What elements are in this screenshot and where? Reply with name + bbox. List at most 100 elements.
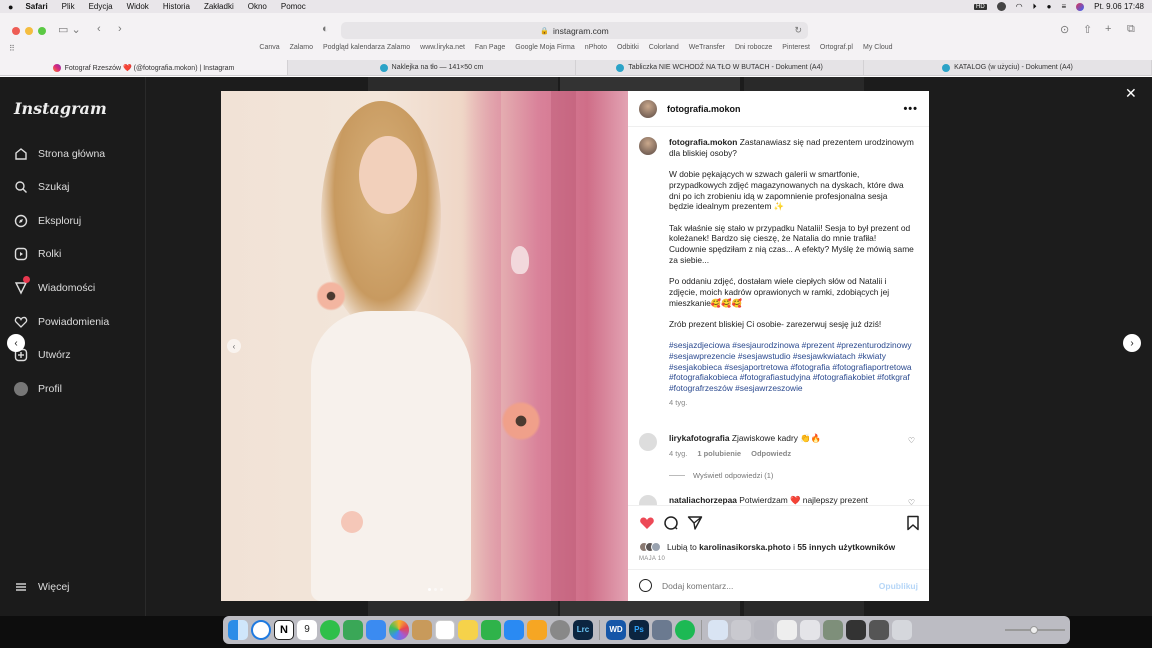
document-icon[interactable] [777,620,797,640]
downloads-icon[interactable]: ⊙ [1060,23,1069,36]
comment-username[interactable]: lirykafotografia [669,433,730,443]
photos-icon[interactable] [389,620,409,640]
more-options-icon[interactable]: ••• [903,103,918,115]
close-window-button[interactable] [12,27,20,35]
screenshot-icon[interactable] [869,620,889,640]
like-comment-icon[interactable]: ♡ [908,436,915,445]
author-username[interactable]: fotografia.mokon [667,104,741,114]
nav-explore[interactable]: Eksploruj [14,214,81,228]
bookmark-item[interactable]: Podgląd kalendarza Zalamo [323,44,410,58]
nav-profile[interactable]: Profil [14,382,62,396]
wifi-icon[interactable]: ◠ [1016,2,1023,11]
minimize-window-button[interactable] [25,27,33,35]
menu-widok[interactable]: Widok [127,2,149,11]
bookmark-item[interactable]: Zalamo [290,44,313,58]
bookmark-item[interactable]: Ortograf.pl [820,44,853,58]
user-icon[interactable]: ● [1047,2,1052,11]
appstore-icon[interactable] [504,620,524,640]
notion-icon[interactable]: N [274,620,294,640]
nav-more[interactable]: Więcej [14,580,70,594]
menu-okno[interactable]: Okno [248,2,267,11]
trash-icon[interactable] [892,620,912,640]
dock-slider[interactable] [1005,626,1065,634]
caption-hashtags[interactable]: #sesjazdjeciowa #sesjaurodzinowa #prezen… [669,340,914,394]
reply-button[interactable]: Odpowiedz [751,449,791,458]
finder-icon[interactable] [228,620,248,640]
photoshop-icon[interactable]: Ps [629,620,649,640]
post-comment-button[interactable]: Opublikuj [879,581,918,591]
dock-slider-knob[interactable] [1030,626,1038,634]
menu-edycja[interactable]: Edycja [89,2,113,11]
nav-search[interactable]: Szukaj [14,180,70,194]
share-icon[interactable]: ⇧ [1083,23,1092,36]
tab-overview-icon[interactable]: ⧉ [1127,23,1135,36]
bookmark-item[interactable]: Canva [259,44,279,58]
bookmark-item[interactable]: Fan Page [475,44,505,58]
forward-icon[interactable]: › [118,23,122,35]
menu-app-name[interactable]: Safari [25,2,47,11]
zoom-window-button[interactable] [38,27,46,35]
nav-reels[interactable]: Rolki [14,247,61,261]
back-icon[interactable]: ‹ [97,23,101,35]
like-heart-icon[interactable] [639,515,655,531]
hd-icon[interactable]: HD [974,3,987,10]
comment-username[interactable]: nataliachorzepaa [669,495,737,505]
safari-icon[interactable] [251,620,271,640]
comment-avatar[interactable] [639,433,657,451]
tab-katalog[interactable]: KATALOG (w użyciu) - Dokument (A4) [864,60,1152,75]
sidebar-toggle-icon[interactable]: ▭ ⌄ [58,23,81,36]
bookmark-item[interactable]: Odbitki [617,44,639,58]
clock-datetime[interactable]: Pt. 9.06 17:48 [1094,2,1144,11]
creative-cloud-icon[interactable] [996,2,1006,11]
close-modal-icon[interactable]: ✕ [1125,85,1137,102]
play-icon[interactable]: ⏵ [1033,2,1037,12]
stickies-icon[interactable] [458,620,478,640]
caption-avatar[interactable] [639,137,657,155]
bookmark-item[interactable]: My Cloud [863,44,893,58]
grid-folder-icon[interactable] [754,620,774,640]
comment-avatar[interactable] [639,495,657,505]
comment-likes[interactable]: 1 polubienie [697,449,741,458]
screenshot-icon[interactable] [823,620,843,640]
new-tab-icon[interactable]: + [1105,23,1111,35]
menu-historia[interactable]: Historia [163,2,190,11]
caption-username[interactable]: fotografia.mokon [669,137,737,147]
settings-icon[interactable] [550,620,570,640]
control-center-icon[interactable]: ≡ [1062,2,1067,11]
bookmark-item[interactable]: nPhoto [585,44,607,58]
reload-icon[interactable]: ↻ [794,25,802,36]
messages-icon[interactable] [320,620,340,640]
like-comment-icon[interactable]: ♡ [908,498,915,505]
likes-user[interactable]: karolinasikorska.photo [699,542,791,552]
instagram-logo[interactable]: Instagram [14,99,107,118]
emoji-icon[interactable] [639,579,652,592]
comment-input[interactable] [662,580,879,591]
save-bookmark-icon[interactable] [905,515,921,531]
document-icon[interactable] [708,620,728,640]
facetime-icon[interactable] [343,620,363,640]
bookmark-item[interactable]: Dni robocze [735,44,772,58]
view-replies[interactable]: Wyświetl odpowiedzi (1) [669,471,773,480]
transfer-icon[interactable] [652,620,672,640]
nav-home[interactable]: Strona główna [14,147,105,161]
photo-prev-icon[interactable]: ‹ [227,339,241,353]
nav-messages[interactable]: Wiadomości [14,276,95,295]
wd-icon[interactable]: WD [606,620,626,640]
bookmark-item[interactable]: Google Moja Firma [515,44,575,58]
bookmark-item[interactable]: Colorland [649,44,679,58]
spotify-icon[interactable] [675,620,695,640]
document-icon[interactable] [800,620,820,640]
share-icon[interactable] [687,515,703,531]
menu-zakladki[interactable]: Zakładki [204,2,234,11]
comment-icon[interactable] [663,515,679,531]
tab-instagram[interactable]: Fotograf Rzeszów ❤️ (@fotografia.mokon) … [0,60,288,75]
lightroom-icon[interactable]: Lrc [573,620,593,640]
bookmark-item[interactable]: www.liryka.net [420,44,465,58]
menu-pomoc[interactable]: Pomoc [281,2,306,11]
next-post-button[interactable]: › [1123,334,1141,352]
siri-icon[interactable] [1076,2,1085,11]
nav-notifications[interactable]: Powiadomienia [14,315,109,329]
post-photo[interactable] [221,91,628,601]
tab-tabliczka[interactable]: Tabliczka NIE WCHODŹ NA TŁO W BUTACH - D… [576,60,864,75]
grid-folder-icon[interactable] [731,620,751,640]
